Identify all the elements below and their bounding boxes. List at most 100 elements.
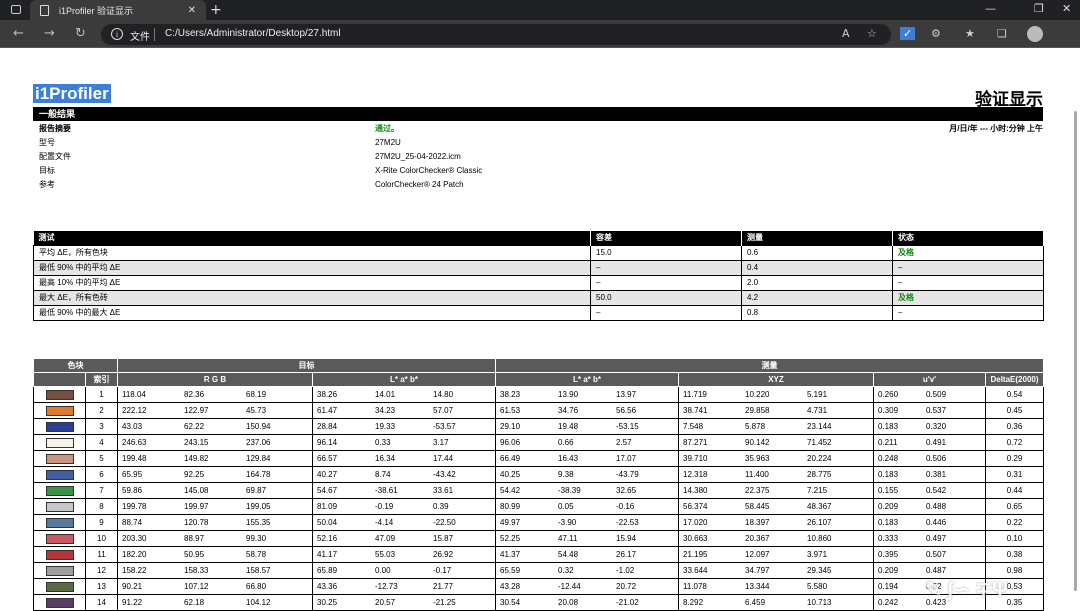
new-tab-icon[interactable]: + (210, 2, 222, 18)
mlab-value: 0.05 (558, 502, 574, 511)
measured-lab-cell: 80.99 0.05 -0.16 (495, 498, 679, 515)
uv-value: 0.242 (878, 598, 899, 607)
uv-cell: 0.209 0.488 (873, 498, 986, 515)
maximize-icon[interactable]: ❐ (1034, 2, 1044, 15)
uv-value: 0.320 (926, 422, 947, 431)
test-status: – (892, 304, 1044, 321)
back-icon[interactable]: ← (13, 26, 24, 41)
address-field[interactable]: i 文件 C:/Users/Administrator/Desktop/27.h… (101, 24, 891, 45)
report-page: i1Profiler 验证显示 一般结果 报告摘要 通过。 月/日/年 --- … (0, 49, 1080, 611)
tlab-value: 3.17 (433, 438, 449, 447)
uv-value: 0.381 (926, 470, 947, 479)
profile-avatar[interactable] (1027, 26, 1043, 42)
table-row: 14 91.22 62.18 104.12 30.25 20.57 -21.25 30.54 2… (33, 594, 1044, 611)
color-swatch (45, 389, 74, 400)
deltae-value: 0.38 (1006, 550, 1023, 559)
uv-value: 0.506 (926, 454, 947, 463)
read-aloud-icon[interactable]: A (842, 27, 850, 40)
xyz-cell: 21.195 12.097 3.971 (678, 546, 874, 563)
tlab-value: 19.33 (375, 422, 396, 431)
tlab-value: 8.74 (375, 470, 391, 479)
xyz-value: 10.220 (745, 390, 770, 399)
test-status: 及格 (892, 289, 1044, 306)
tab-actions-icon[interactable] (11, 5, 21, 14)
uv-value: 0.542 (926, 486, 947, 495)
refresh-icon[interactable]: ↻ (75, 26, 86, 41)
mlab-value: 0.32 (558, 566, 574, 575)
measured-lab-cell: 49.97 -3.90 -22.53 (495, 514, 679, 531)
uv-value: 0.491 (926, 438, 947, 447)
tlab-value: 30.25 (317, 598, 338, 607)
target-lab-cell: 41.17 55.03 26.92 (312, 546, 496, 563)
color-swatch (45, 565, 74, 576)
target-lab-cell: 52.16 47.09 15.87 (312, 530, 496, 547)
collections-icon[interactable]: ❏ (997, 27, 1007, 40)
table-row: 2 222.12 122.97 45.73 61.47 34.23 57.07 61.53 34… (33, 402, 1044, 419)
deltae-cell: 0.44 (985, 482, 1044, 499)
xyz-value: 4.731 (807, 406, 828, 415)
uv-value: 0.395 (878, 550, 899, 559)
favorites-icon[interactable]: ★ (965, 27, 975, 40)
rgb-value: 107.12 (184, 582, 209, 591)
browser-tab[interactable]: i1Profiler 验证显示 ✕ (30, 0, 206, 20)
xyz-value: 13.344 (745, 582, 770, 591)
tlab-value: 34.23 (375, 406, 396, 415)
xyz-value: 26.107 (807, 518, 832, 527)
mlab-value: -43.79 (616, 470, 639, 479)
rgb-value: 237.06 (246, 438, 271, 447)
test-measured: 0.8 (741, 304, 893, 321)
tlab-value: 54.67 (317, 486, 338, 495)
target-lab-cell: 43.36 -12.73 21.77 (312, 578, 496, 595)
test-name: 最高 10% 中的平均 ΔE (33, 274, 591, 291)
table-row: 4 246.63 243.15 237.06 96.14 0.33 3.17 96.06 0.6… (33, 434, 1044, 451)
rgb-value: 65.95 (122, 470, 143, 479)
file-icon (40, 4, 49, 16)
rgb-value: 90.21 (122, 582, 143, 591)
tlab-value: 20.57 (375, 598, 396, 607)
col-tolerance: 容差 (590, 231, 742, 245)
xyz-value: 11.719 (683, 390, 707, 399)
xyz-cell: 11.078 13.344 5.580 (678, 578, 874, 595)
swatch-cell (33, 450, 86, 467)
mlab-value: 29.10 (500, 422, 521, 431)
patch-index: 2 (99, 406, 104, 415)
close-tab-icon[interactable]: ✕ (188, 5, 196, 16)
xyz-value: 39.710 (683, 454, 708, 463)
rgb-value: 149.82 (184, 454, 209, 463)
mlab-value: -1.02 (616, 566, 635, 575)
color-swatch (45, 549, 74, 560)
tlab-value: 81.09 (317, 502, 338, 511)
color-swatch (45, 421, 74, 432)
forward-icon[interactable]: → (44, 26, 55, 41)
rgb-value: 246.63 (122, 438, 147, 447)
test-tolerance: – (590, 274, 742, 291)
mlab-value: -22.53 (616, 518, 639, 527)
table-row: 1 118.04 82.36 68.19 38.26 14.01 14.80 38.23 13.… (33, 386, 1044, 403)
col-deltae: DeltaE(2000) (985, 372, 1044, 387)
tlab-value: 47.09 (375, 534, 396, 543)
extensions-icon[interactable]: ⚙ (931, 27, 941, 40)
minimize-icon[interactable]: — (985, 2, 996, 15)
deltae-value: 0.29 (1006, 454, 1023, 463)
extension-icon[interactable]: ✓ (900, 27, 916, 40)
xyz-value: 29.858 (745, 406, 770, 415)
col-target: 目标 (117, 358, 496, 373)
tlab-value: 0.00 (375, 566, 391, 575)
mlab-value: 61.53 (500, 406, 521, 415)
favorite-add-icon[interactable]: ☆ (867, 27, 877, 40)
deltae-cell: 0.45 (985, 402, 1044, 419)
measured-lab-cell: 43.28 -12.44 20.72 (495, 578, 679, 595)
color-swatch (45, 405, 74, 416)
table-row: 3 43.03 62.22 150.94 28.84 19.33 -53.57 29.10 19… (33, 418, 1044, 435)
close-window-icon[interactable]: ✕ (1062, 2, 1071, 15)
xyz-cell: 7.548 5.878 23.144 (678, 418, 874, 435)
tlab-value: -22.50 (433, 518, 456, 527)
color-swatch (45, 581, 74, 592)
info-icon[interactable]: i (111, 28, 123, 40)
xyz-value: 33.644 (683, 566, 708, 575)
xyz-value: 71.452 (807, 438, 832, 447)
xyz-value: 90.142 (745, 438, 770, 447)
rgb-cell: 199.78 199.97 199.05 (117, 498, 313, 515)
rgb-value: 158.57 (246, 566, 271, 575)
scrollbar[interactable] (1074, 111, 1077, 591)
